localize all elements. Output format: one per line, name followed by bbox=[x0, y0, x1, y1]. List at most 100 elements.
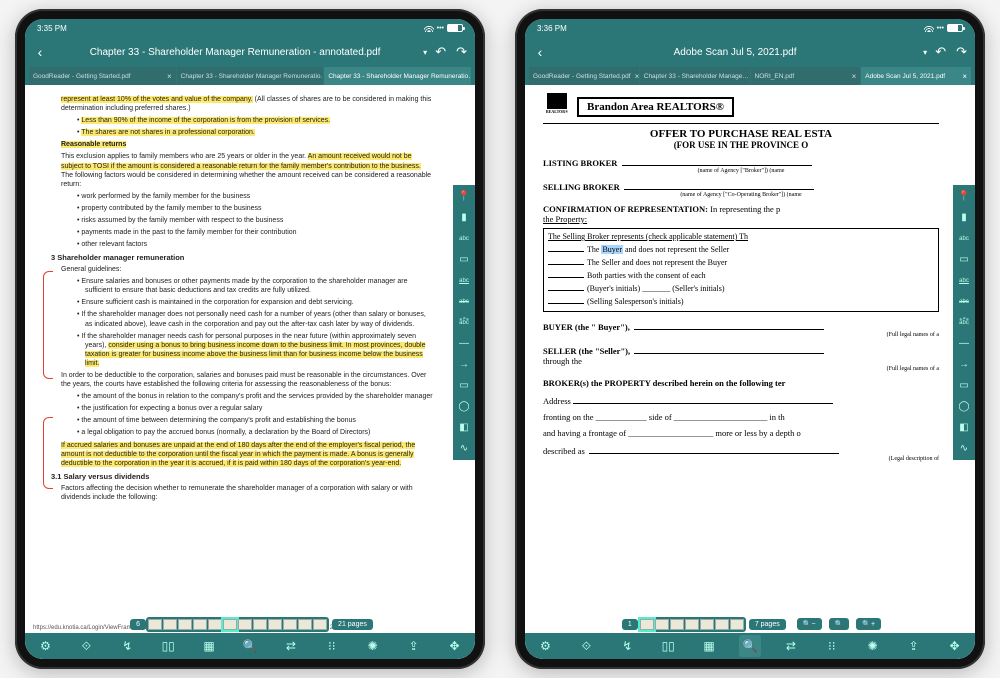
eraser-icon[interactable]: ◧ bbox=[957, 420, 972, 435]
annotation-tools: 📍 ▮ abc ▭ abc abc a͌b͌c͌ — → ▭ ◯ ◧ ∿ bbox=[453, 185, 475, 460]
highlight-icon[interactable]: ▮ bbox=[957, 210, 972, 225]
redo-icon[interactable]: ↷ bbox=[956, 44, 967, 60]
statusbar: 3:35 PM ••• bbox=[25, 19, 475, 37]
page-thumbnails[interactable] bbox=[638, 617, 746, 632]
title-chevron-icon[interactable]: ▾ bbox=[923, 48, 927, 57]
oval-icon[interactable]: ◯ bbox=[457, 399, 472, 414]
page-count: 7 pages bbox=[749, 619, 786, 630]
document-title[interactable]: Adobe Scan Jul 5, 2021.pdf bbox=[555, 47, 915, 58]
line-icon[interactable]: — bbox=[957, 336, 972, 351]
settings-icon[interactable]: ✺ bbox=[362, 635, 384, 657]
document-viewport[interactable]: REALTOR® Brandon Area REALTORS® OFFER TO… bbox=[525, 85, 975, 659]
tab-4[interactable]: Adobe Scan Jul 5, 2021.pdf× bbox=[861, 67, 971, 85]
tab-1[interactable]: GoodReader - Getting Started.pdf× bbox=[529, 67, 639, 85]
strikeout-icon[interactable]: abc bbox=[457, 294, 472, 309]
page-flip-icon[interactable]: ⇄ bbox=[780, 635, 802, 657]
underline-icon[interactable]: abc bbox=[457, 273, 472, 288]
zoom-in-icon[interactable]: 🔍+ bbox=[856, 618, 881, 630]
pin-icon[interactable]: 📍 bbox=[457, 189, 472, 204]
tab-2[interactable]: Chapter 33 - Shareholder Manager Remuner… bbox=[177, 67, 324, 85]
page-thumb-bar: 1 7 pages 🔍− 🔍 🔍+ bbox=[525, 615, 975, 633]
red-brace-annotation bbox=[43, 271, 53, 379]
pdf-page: represent at least 10% of the votes and … bbox=[35, 89, 447, 655]
reflow-icon[interactable]: ⁝⁝ bbox=[821, 635, 843, 657]
title-chevron-icon[interactable]: ▾ bbox=[423, 48, 427, 57]
note-icon[interactable]: ▭ bbox=[957, 252, 972, 267]
search-icon[interactable]: 🔍 bbox=[739, 635, 761, 657]
underline-icon[interactable]: abc bbox=[957, 273, 972, 288]
current-page[interactable]: 6 bbox=[130, 619, 146, 630]
search-icon[interactable]: 🔍 bbox=[239, 635, 261, 657]
tab-bar: GoodReader - Getting Started.pdf× Chapte… bbox=[525, 67, 975, 85]
zoom-out-icon[interactable]: 🔍− bbox=[797, 618, 822, 630]
bottom-toolbar: ⚙ ⟐ ↯ ▯▯ ▦ 🔍 ⇄ ⁝⁝ ✺ ⇪ ✥ bbox=[25, 633, 475, 659]
brand-box: Brandon Area REALTORS® bbox=[577, 97, 734, 117]
arrow-icon[interactable]: → bbox=[957, 357, 972, 372]
grid-icon[interactable]: ▦ bbox=[198, 635, 220, 657]
annotation-tools: 📍 ▮ abc ▭ abc abc a͌b͌c͌ — → ▭ ◯ ◧ ∿ bbox=[953, 185, 975, 460]
rect-icon[interactable]: ▭ bbox=[457, 378, 472, 393]
share-icon[interactable]: ⇪ bbox=[403, 635, 425, 657]
close-icon[interactable]: × bbox=[635, 72, 639, 81]
pdf-page: REALTOR® Brandon Area REALTORS® OFFER TO… bbox=[535, 89, 947, 655]
statusbar-pct: ••• bbox=[937, 25, 944, 32]
book-icon[interactable]: ▯▯ bbox=[157, 635, 179, 657]
grid-icon[interactable]: ▦ bbox=[698, 635, 720, 657]
undo-icon[interactable]: ↶ bbox=[435, 44, 446, 60]
statusbar-time: 3:36 PM bbox=[537, 24, 567, 33]
settings-icon[interactable]: ✺ bbox=[862, 635, 884, 657]
line-icon[interactable]: — bbox=[457, 336, 472, 351]
tab-bar: GoodReader - Getting Started.pdf× Chapte… bbox=[25, 67, 475, 85]
oval-icon[interactable]: ◯ bbox=[957, 399, 972, 414]
strikeout-icon[interactable]: abc bbox=[957, 294, 972, 309]
crop-icon[interactable]: ⟐ bbox=[75, 635, 97, 657]
crop-icon[interactable]: ⟐ bbox=[575, 635, 597, 657]
wave-icon[interactable]: ∿ bbox=[457, 441, 472, 456]
route-icon[interactable]: ↯ bbox=[616, 635, 638, 657]
route-icon[interactable]: ↯ bbox=[116, 635, 138, 657]
gear-icon[interactable]: ⚙ bbox=[34, 635, 56, 657]
gear-icon[interactable]: ⚙ bbox=[534, 635, 556, 657]
current-page[interactable]: 1 bbox=[622, 619, 638, 630]
back-icon[interactable]: ‹ bbox=[533, 45, 547, 59]
tab-1[interactable]: GoodReader - Getting Started.pdf× bbox=[29, 67, 176, 85]
book-icon[interactable]: ▯▯ bbox=[657, 635, 679, 657]
wifi-icon bbox=[924, 25, 934, 32]
squiggly-icon[interactable]: a͌b͌c͌ bbox=[957, 315, 972, 330]
rect-icon[interactable]: ▭ bbox=[957, 378, 972, 393]
section-3: 3 Shareholder manager remuneration bbox=[51, 253, 433, 263]
close-icon[interactable]: × bbox=[852, 72, 857, 81]
realtor-logo: REALTOR® bbox=[543, 93, 571, 121]
form-subtitle: (FOR USE IN THE PROVINCE O bbox=[543, 140, 939, 150]
squiggly-icon[interactable]: a͌b͌c͌ bbox=[457, 315, 472, 330]
back-icon[interactable]: ‹ bbox=[33, 45, 47, 59]
buyer-highlight: Buyer bbox=[601, 245, 623, 254]
text-abc-icon[interactable]: abc bbox=[957, 231, 972, 246]
tab-3[interactable]: Chapter 33 - Shareholder Manager Remuner… bbox=[324, 67, 471, 85]
reflow-icon[interactable]: ⁝⁝ bbox=[321, 635, 343, 657]
close-icon[interactable]: × bbox=[167, 72, 172, 81]
redo-icon[interactable]: ↷ bbox=[456, 44, 467, 60]
document-viewport[interactable]: represent at least 10% of the votes and … bbox=[25, 85, 475, 659]
page-thumbnails[interactable] bbox=[146, 617, 329, 632]
text-abc-icon[interactable]: abc bbox=[457, 231, 472, 246]
pin-icon[interactable]: 📍 bbox=[957, 189, 972, 204]
tab-3[interactable]: NORI_EN.pdf× bbox=[751, 67, 861, 85]
highlight-icon[interactable]: ▮ bbox=[457, 210, 472, 225]
eraser-icon[interactable]: ◧ bbox=[457, 420, 472, 435]
arrow-icon[interactable]: → bbox=[457, 357, 472, 372]
close-icon[interactable]: × bbox=[962, 72, 967, 81]
wave-icon[interactable]: ∿ bbox=[957, 441, 972, 456]
statusbar: 3:36 PM ••• bbox=[525, 19, 975, 37]
undo-icon[interactable]: ↶ bbox=[935, 44, 946, 60]
section-3-1: 3.1 Salary versus dividends bbox=[51, 472, 433, 482]
zoom-fit-icon[interactable]: 🔍 bbox=[829, 618, 850, 630]
tab-2[interactable]: Chapter 33 - Shareholder Manage…× bbox=[640, 67, 750, 85]
move-icon[interactable]: ✥ bbox=[444, 635, 466, 657]
share-icon[interactable]: ⇪ bbox=[903, 635, 925, 657]
page-flip-icon[interactable]: ⇄ bbox=[280, 635, 302, 657]
note-icon[interactable]: ▭ bbox=[457, 252, 472, 267]
document-title[interactable]: Chapter 33 - Shareholder Manager Remuner… bbox=[55, 47, 415, 58]
move-icon[interactable]: ✥ bbox=[944, 635, 966, 657]
battery-icon bbox=[447, 24, 463, 32]
